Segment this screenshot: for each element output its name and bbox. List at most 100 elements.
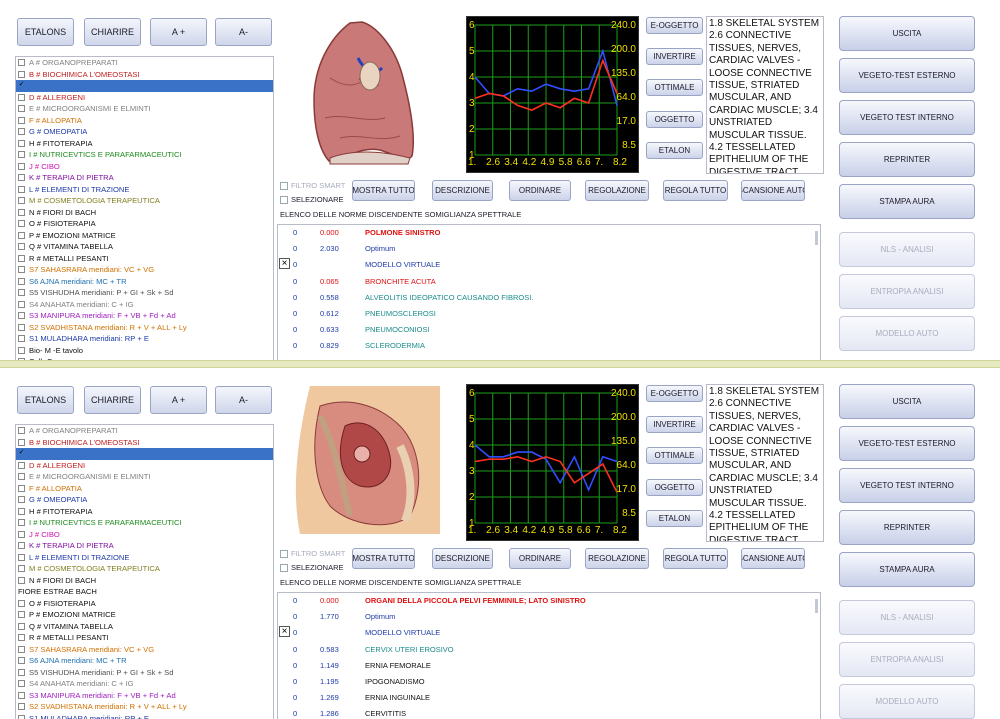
category-list-item[interactable]: B # BIOCHIMICA L'OMEOSTASI bbox=[16, 69, 273, 81]
checkbox[interactable] bbox=[18, 323, 25, 331]
checkbox[interactable] bbox=[18, 116, 25, 124]
checkbox[interactable] bbox=[18, 197, 25, 205]
category-list-item[interactable]: O # FISIOTERAPIA bbox=[16, 218, 273, 230]
checkbox[interactable] bbox=[18, 611, 25, 619]
category-list-item[interactable]: M # COSMETOLOGIA TERAPEUTICA bbox=[16, 195, 273, 207]
checkbox[interactable] bbox=[18, 300, 25, 308]
checkbox[interactable] bbox=[18, 59, 25, 67]
toolbar-button-etalons[interactable]: ETALONS bbox=[17, 18, 74, 46]
close-icon[interactable]: × bbox=[279, 626, 290, 638]
category-list-item[interactable]: S3 MANIPURA meridiani: F + VB + Fd + Ad bbox=[16, 310, 273, 322]
e-oggetto-button[interactable]: E-OGGETTO bbox=[646, 385, 703, 402]
checkbox[interactable] bbox=[18, 553, 25, 561]
close-icon[interactable]: × bbox=[279, 258, 290, 270]
mostra-tutto-button[interactable]: MOSTRA TUTTO bbox=[352, 180, 415, 201]
checkbox[interactable] bbox=[18, 496, 25, 504]
checkbox[interactable] bbox=[18, 691, 25, 699]
checkbox[interactable] bbox=[18, 576, 25, 584]
checkbox[interactable] bbox=[18, 266, 25, 274]
checkbox[interactable] bbox=[18, 507, 25, 515]
category-list-item[interactable]: I # NUTRICEVTICS E PARAFARMACEUTICI bbox=[16, 149, 273, 161]
result-row[interactable]: 0 0.065 BRONCHITE ACUTA bbox=[278, 274, 818, 290]
checkbox[interactable] bbox=[280, 549, 288, 558]
category-list-item[interactable]: O # FISIOTERAPIA bbox=[16, 598, 273, 610]
checkbox[interactable] bbox=[18, 208, 25, 216]
regolazione-button[interactable]: REGOLAZIONE bbox=[585, 548, 649, 569]
invertire-button[interactable]: INVERTIRE bbox=[646, 48, 703, 65]
modello-auto-button[interactable]: MODELLO AUTO bbox=[839, 684, 975, 719]
checkbox[interactable] bbox=[18, 461, 25, 469]
toolbar-button-a[interactable]: A + bbox=[150, 386, 207, 414]
category-list-item[interactable]: P # EMOZIONI MATRICE bbox=[16, 230, 273, 242]
scansione-auto-button[interactable]: SCANSIONE AUTO bbox=[741, 548, 805, 569]
descrizione-button[interactable]: DESCRIZIONE bbox=[432, 180, 493, 201]
category-list-item[interactable]: N # FIORI DI BACH bbox=[16, 207, 273, 219]
vegeto-test-esterno-button[interactable]: VEGETO-TEST ESTERNO bbox=[839, 58, 975, 93]
vegeto-test-esterno-button[interactable]: VEGETO-TEST ESTERNO bbox=[839, 426, 975, 461]
toolbar-button-a[interactable]: A- bbox=[215, 386, 272, 414]
checkbox[interactable] bbox=[18, 473, 25, 481]
checkbox[interactable] bbox=[18, 645, 25, 653]
category-list-item[interactable]: F # ALLOPATIA bbox=[16, 483, 273, 495]
category-list-item[interactable]: S2 SVADHISTANA meridiani: R + V + ALL + … bbox=[16, 701, 273, 713]
category-list-item[interactable]: S1 MULADHARA meridiani: RP + E bbox=[16, 713, 273, 719]
select-checkbox[interactable]: SELEZIONARE bbox=[280, 563, 344, 572]
checkbox[interactable] bbox=[18, 622, 25, 630]
result-row[interactable]: 0 0.612 PNEUMOSCLEROSI bbox=[278, 306, 818, 322]
checkbox[interactable] bbox=[18, 519, 25, 527]
smart-filter-checkbox[interactable]: FILTRO SMART bbox=[280, 181, 345, 190]
checkbox[interactable] bbox=[18, 289, 25, 297]
category-list-item[interactable]: L # ELEMENTI DI TRAZIONE bbox=[16, 552, 273, 564]
modello-auto-button[interactable]: MODELLO AUTO bbox=[839, 316, 975, 351]
category-list-item[interactable]: FIORE ESTRAE BACH bbox=[16, 586, 273, 598]
result-row[interactable]: × 0 MODELLO VIRTUALE bbox=[278, 625, 818, 641]
reprinter-button[interactable]: REPRINTER bbox=[839, 142, 975, 177]
result-row[interactable]: 0 0.633 PNEUMOCONIOSI bbox=[278, 322, 818, 338]
category-list-item[interactable]: A # ORGANOPREPARATI bbox=[16, 57, 273, 69]
checkbox[interactable] bbox=[18, 542, 25, 550]
category-list[interactable]: A # ORGANOPREPARATI B # BIOCHIMICA L'OMEO… bbox=[15, 424, 274, 719]
category-list-item[interactable]: ✓ bbox=[16, 80, 273, 92]
result-row[interactable]: 0 1.195 IPOGONADISMO bbox=[278, 674, 818, 690]
category-list[interactable]: A # ORGANOPREPARATI B # BIOCHIMICA L'OMEO… bbox=[15, 56, 274, 360]
entropia-analisi-button[interactable]: ENTROPIA ANALISI bbox=[839, 274, 975, 309]
category-list-item[interactable]: ✓ bbox=[16, 448, 273, 460]
category-list-item[interactable]: I # NUTRICEVTICS E PARAFARMACEUTICI bbox=[16, 517, 273, 529]
nls-analisi-button[interactable]: NLS - ANALISI bbox=[839, 600, 975, 635]
results-table[interactable]: 0 0.000 POLMONE SINISTRO 0 2.030 Optimum × 0 MOD… bbox=[277, 224, 821, 360]
category-list-item[interactable]: S4 ANAHATA meridiani: C + IG bbox=[16, 678, 273, 690]
result-row[interactable]: 0 0.583 CERVIX UTERI EROSIVO bbox=[278, 642, 818, 658]
uscita-button[interactable]: USCITA bbox=[839, 384, 975, 419]
checkbox[interactable] bbox=[18, 185, 25, 193]
ordinare-button[interactable]: ORDINARE bbox=[509, 180, 571, 201]
result-row[interactable]: 0 0.000 ORGANI DELLA PICCOLA PELVI FEMMINI… bbox=[278, 593, 818, 609]
category-list-item[interactable]: K # TERAPIA DI PIETRA bbox=[16, 172, 273, 184]
category-list-item[interactable]: S5 VISHUDHA meridiani: P + GI + Sk + Sd bbox=[16, 667, 273, 679]
category-list-item[interactable]: S3 MANIPURA meridiani: F + VB + Fd + Ad bbox=[16, 690, 273, 702]
category-list-item[interactable]: Q # VITAMINA TABELLA bbox=[16, 621, 273, 633]
category-list-item[interactable]: S5 VISHUDHA meridiani: P + GI + Sk + Sd bbox=[16, 287, 273, 299]
checkbox[interactable] bbox=[18, 668, 25, 676]
checkbox[interactable] bbox=[18, 427, 25, 435]
checkbox[interactable]: ✓ bbox=[18, 449, 25, 457]
toolbar-button-etalons[interactable]: ETALONS bbox=[17, 386, 74, 414]
category-list-item[interactable]: R # METALLI PESANTI bbox=[16, 632, 273, 644]
checkbox[interactable] bbox=[18, 714, 25, 719]
result-row[interactable]: 0 0.558 ALVEOLITIS IDEOPATICO CAUSANDO FIB… bbox=[278, 290, 818, 306]
toolbar-button-a[interactable]: A + bbox=[150, 18, 207, 46]
checkbox[interactable] bbox=[18, 312, 25, 320]
checkbox[interactable] bbox=[18, 599, 25, 607]
category-list-item[interactable]: B # BIOCHIMICA L'OMEOSTASI bbox=[16, 437, 273, 449]
category-list-item[interactable]: J # CIBO bbox=[16, 161, 273, 173]
checkbox[interactable] bbox=[18, 151, 25, 159]
category-list-item[interactable]: G # OMEOPATIA bbox=[16, 494, 273, 506]
checkbox[interactable] bbox=[18, 220, 25, 228]
checkbox[interactable] bbox=[18, 105, 25, 113]
invertire-button[interactable]: INVERTIRE bbox=[646, 416, 703, 433]
checkbox[interactable] bbox=[18, 634, 25, 642]
select-checkbox[interactable]: SELEZIONARE bbox=[280, 195, 344, 204]
checkbox[interactable] bbox=[18, 657, 25, 665]
checkbox[interactable] bbox=[18, 530, 25, 538]
checkbox[interactable] bbox=[18, 70, 25, 78]
checkbox[interactable] bbox=[18, 139, 25, 147]
